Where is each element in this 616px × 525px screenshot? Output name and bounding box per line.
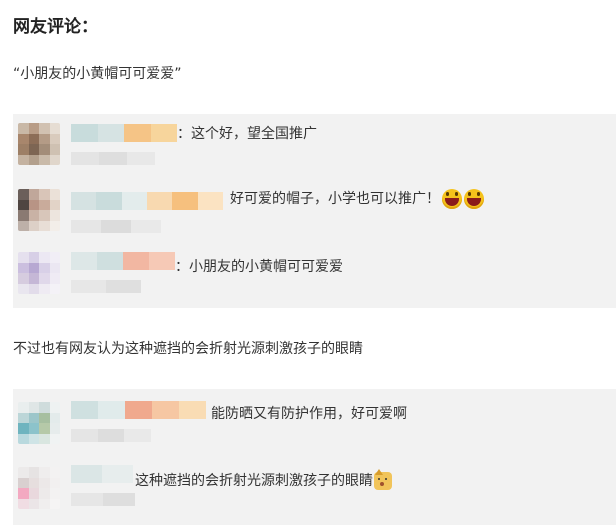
comment-text-row: 好可爱的帽子，小学也可以推广！ bbox=[230, 188, 484, 209]
comment-panel-1: ：这个好，望全国推广 好可爱的帽子，小学也可以推广！ ：小朋友的小黄帽可可爱爱 bbox=[13, 114, 616, 308]
comment-panel-2: 能防晒又有防护作用，好可爱啊 这种遮挡的会折射光源刺激孩子的眼睛 bbox=[13, 389, 616, 525]
blurred-meta bbox=[71, 152, 155, 165]
blurred-username bbox=[71, 192, 223, 210]
blurred-meta bbox=[71, 429, 152, 442]
blurred-avatar bbox=[18, 252, 60, 294]
blurred-username bbox=[71, 124, 177, 142]
comment-text: 能防晒又有防护作用，好可爱啊 bbox=[211, 406, 407, 422]
grin-emoji-icon bbox=[464, 189, 484, 209]
blurred-meta bbox=[71, 493, 135, 506]
comment-text: ：这个好，望全国推广 bbox=[177, 126, 317, 142]
blurred-avatar bbox=[18, 189, 60, 231]
blurred-meta bbox=[71, 220, 161, 233]
blurred-username bbox=[71, 401, 206, 419]
blurred-avatar bbox=[18, 123, 60, 165]
comment-text-row: 这种遮挡的会折射光源刺激孩子的眼睛 bbox=[135, 469, 392, 490]
quote-text: “小朋友的小黄帽可可爱爱” bbox=[13, 66, 182, 82]
doge-emoji-icon bbox=[374, 469, 392, 490]
grin-emoji-icon bbox=[442, 189, 462, 209]
section-heading: 网友评论： bbox=[13, 17, 98, 37]
blurred-avatar bbox=[18, 402, 60, 444]
comment-text: ：小朋友的小黄帽可可爱爱 bbox=[175, 259, 343, 275]
blurred-username bbox=[71, 252, 175, 270]
comment-text: 这种遮挡的会折射光源刺激孩子的眼睛 bbox=[135, 473, 373, 489]
blurred-avatar bbox=[18, 467, 60, 509]
blurred-username bbox=[71, 465, 133, 483]
body-paragraph: 不过也有网友认为这种遮挡的会折射光源刺激孩子的眼睛 bbox=[13, 341, 363, 357]
blurred-meta bbox=[71, 280, 141, 293]
comment-text: 好可爱的帽子，小学也可以推广！ bbox=[230, 191, 440, 207]
